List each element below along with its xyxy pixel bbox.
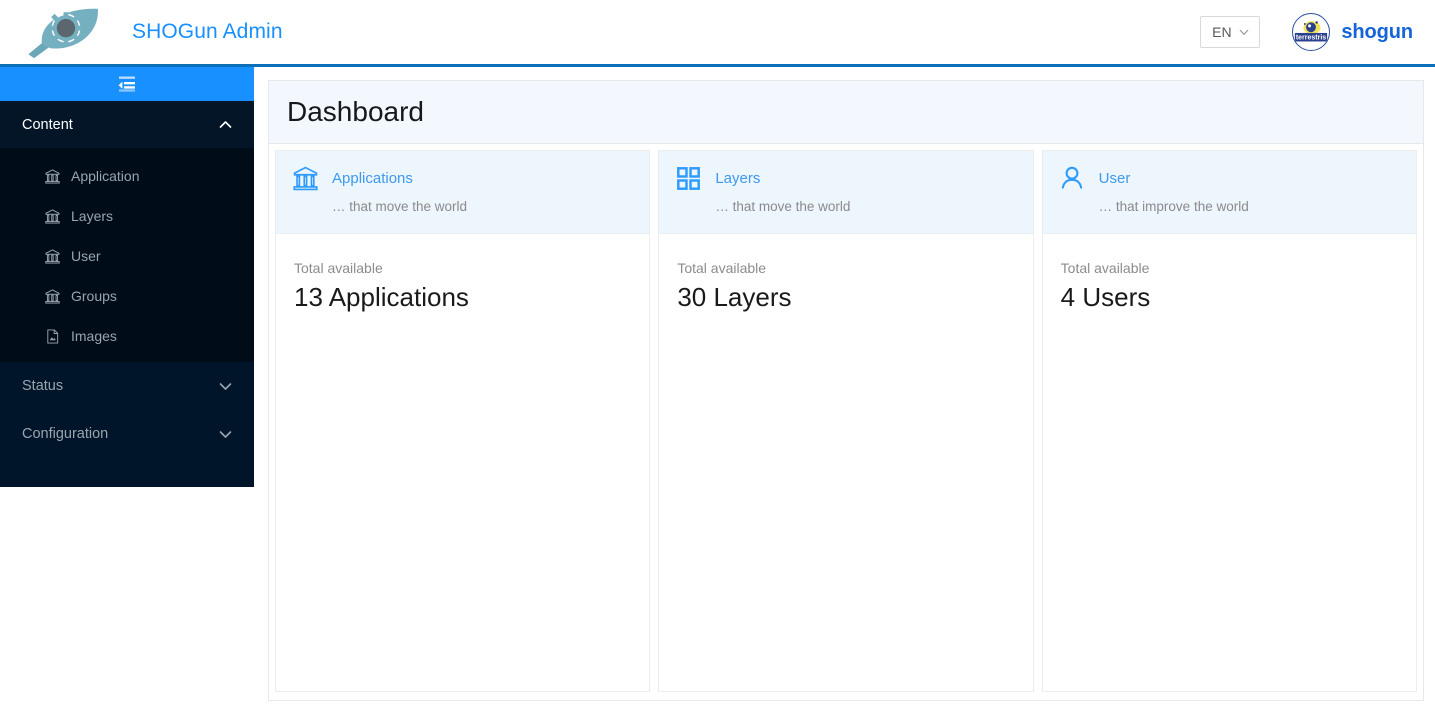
username: shogun [1341,20,1413,43]
sidebar-submenu-content: Application Layers User Groups Images [0,148,254,362]
bank-icon [44,208,60,224]
stat-card-user-body: Total available 4 Users [1043,234,1416,691]
appstore-grid-icon [675,165,701,191]
stat-card-layers-header: Layers … that move the world [659,151,1033,234]
brand[interactable]: SHOGun Admin [0,0,283,64]
sidebar-group-content-label: Content [22,116,73,133]
stat-card-layers-subtitle: … that move the world [715,199,851,214]
sidebar-collapse-button[interactable] [0,67,254,101]
stat-card-applications-body: Total available 13 Applications [276,234,649,691]
header-actions: EN terrestris shogun [1200,0,1435,64]
stat-card-layers-title[interactable]: Layers [715,170,760,187]
bank-icon [292,165,318,191]
terrestris-avatar: terrestris [1294,14,1329,50]
sidebar-item-layers-label: Layers [71,208,114,224]
stat-card-user-label: Total available [1060,260,1150,276]
bank-icon [44,248,60,264]
language-value: EN [1212,24,1232,40]
stat-card-user-value: 4 Users [1060,282,1151,312]
chevron-up-icon [219,121,232,128]
sidebar-item-layers[interactable]: Layers [0,196,254,236]
page-title: Dashboard [287,96,424,127]
sidebar-group-configuration[interactable]: Configuration [0,410,254,458]
stat-card-layers: Layers … that move the world Total avail… [658,150,1034,692]
bank-icon [44,288,60,304]
dashboard-panel: Dashboard Applications … that move the w… [268,80,1424,701]
stat-card-layers-value: 30 Layers [677,282,792,312]
sidebar: Content Application Layers User Groups I… [0,67,254,487]
dashboard-cards: Applications … that move the world Total… [269,144,1423,700]
chevron-down-icon [1239,29,1249,35]
sidebar-item-groups[interactable]: Groups [0,276,254,316]
sidebar-item-user[interactable]: User [0,236,254,276]
chevron-down-icon [219,382,232,390]
svg-text:terrestris: terrestris [1296,35,1326,42]
main-content: Dashboard Applications … that move the w… [254,67,1435,714]
stat-card-applications-label: Total available [294,260,383,276]
sidebar-item-groups-label: Groups [71,288,117,304]
dashboard-header: Dashboard [269,81,1423,144]
stat-card-user-header: User … that improve the world [1042,151,1416,234]
stat-card-applications-header: Applications … that move the world [276,151,650,234]
stat-card-layers-body: Total available 30 Layers [659,234,1032,691]
stat-card-user-title[interactable]: User [1099,170,1131,187]
sidebar-item-application[interactable]: Application [0,156,254,196]
sidebar-group-content[interactable]: Content [0,101,254,148]
chevron-down-icon [219,430,232,438]
app-title: SHOGun Admin [132,20,283,43]
stat-card-user: User … that improve the world Total avai… [1041,150,1417,692]
bank-icon [44,168,60,184]
sidebar-item-images[interactable]: Images [0,316,254,356]
stat-card-user-subtitle: … that improve the world [1098,199,1249,214]
app-header: SHOGun Admin EN terrestris shogun [0,0,1435,67]
shogun-leaf-gear-logo [28,8,98,59]
avatar: terrestris [1292,13,1331,51]
file-image-icon [44,328,60,344]
stat-card-layers-label: Total available [677,260,767,276]
stat-card-applications-value: 13 Applications [294,282,469,312]
sidebar-item-user-label: User [71,248,101,264]
user-menu[interactable]: terrestris shogun [1292,13,1413,51]
sidebar-item-application-label: Application [71,168,140,184]
stat-card-applications: Applications … that move the world Total… [275,150,651,692]
user-icon [1059,165,1085,191]
sidebar-item-images-label: Images [71,328,117,344]
language-select[interactable]: EN [1200,16,1261,48]
sidebar-group-configuration-label: Configuration [22,426,109,442]
stat-card-applications-title[interactable]: Applications [332,170,413,187]
sidebar-group-status[interactable]: Status [0,362,254,410]
stat-card-applications-subtitle: … that move the world [332,199,468,214]
sidebar-group-status-label: Status [22,378,64,394]
menu-fold-icon [118,76,135,92]
